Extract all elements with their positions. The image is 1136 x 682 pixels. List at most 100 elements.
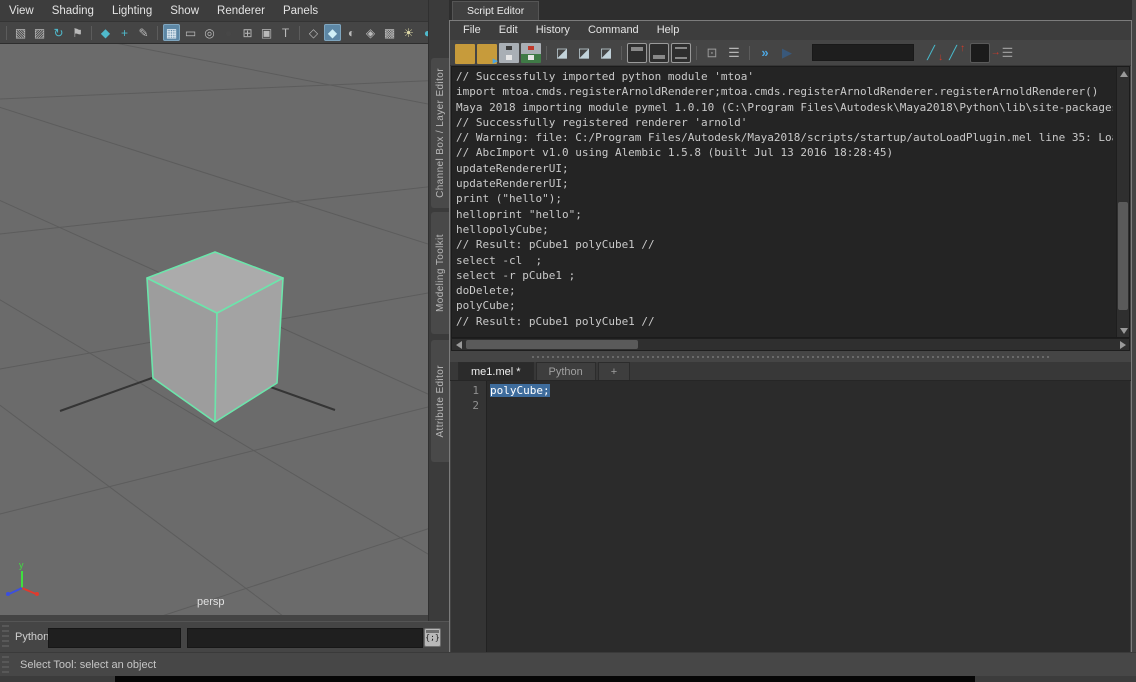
bookmark-icon[interactable]: ⚑ xyxy=(69,24,86,41)
history-line: // AbcImport v1.0 using Alembic 1.5.8 (b… xyxy=(456,145,1113,160)
save-to-shelf-icon[interactable] xyxy=(521,43,541,63)
vertical-scroll-thumb[interactable] xyxy=(1118,202,1128,310)
script-editor-menu-file[interactable]: File xyxy=(454,21,490,40)
echo-all-commands-icon[interactable]: ⊡ xyxy=(702,43,722,63)
viewport-menu-show[interactable]: Show xyxy=(161,0,208,22)
save-script-icon[interactable] xyxy=(499,43,519,63)
wireframe-on-shaded-icon[interactable]: ▩ xyxy=(381,24,398,41)
history-line: doDelete; xyxy=(456,283,1113,298)
history-line: // Warning: file: C:/Program Files/Autod… xyxy=(456,130,1113,145)
image-plane-icon[interactable]: ▣ xyxy=(258,24,275,41)
show-both-panes-icon[interactable] xyxy=(671,43,691,63)
history-line: hellopolyCube; xyxy=(456,222,1113,237)
code-line[interactable]: polyCube; xyxy=(490,383,1130,398)
show-history-pane-icon[interactable] xyxy=(627,43,647,63)
horizontal-scroll-thumb[interactable] xyxy=(466,340,638,349)
line-number: 2 xyxy=(451,398,486,413)
line-numbers-icon[interactable]: ☰ xyxy=(724,43,744,63)
viewport-menu-shading[interactable]: Shading xyxy=(43,0,103,22)
clear-input-icon[interactable]: ◪ xyxy=(574,43,594,63)
execute-all-icon[interactable]: » xyxy=(755,43,775,63)
shaded-mode-icon[interactable]: ◆ xyxy=(324,24,341,41)
camera-lock-icon[interactable]: ▨ xyxy=(31,24,48,41)
clear-all-icon[interactable]: ◪ xyxy=(596,43,616,63)
script-editor-menu-history[interactable]: History xyxy=(527,21,579,40)
history-horizontal-scrollbar[interactable] xyxy=(451,338,1130,351)
script-editor-menus: FileEditHistoryCommandHelp xyxy=(454,21,688,40)
toolbar-separator xyxy=(6,26,7,40)
scroll-left-icon[interactable] xyxy=(452,339,465,350)
pencil-tool-icon[interactable]: ✎ xyxy=(135,24,152,41)
dock-tab-label: Attribute Editor xyxy=(435,365,446,438)
field-chart-icon[interactable]: ⊞ xyxy=(239,24,256,41)
script-tab-python[interactable]: Python xyxy=(536,362,596,380)
toolbar-separator xyxy=(299,26,300,40)
selected-code-text: polyCube; xyxy=(490,384,550,397)
history-line: polyCube; xyxy=(456,298,1113,313)
open-script-icon[interactable] xyxy=(455,44,475,64)
lighting-icon[interactable]: ☀ xyxy=(400,24,417,41)
toolbar-separator xyxy=(749,46,750,60)
movie-camera-icon[interactable]: ▧ xyxy=(12,24,29,41)
select-tool-icon[interactable]: ◆ xyxy=(97,24,114,41)
viewport-menu-renderer[interactable]: Renderer xyxy=(208,0,274,22)
scroll-right-icon[interactable] xyxy=(1116,339,1129,350)
script-editor-menu-help[interactable]: Help xyxy=(648,21,689,40)
load-script-icon[interactable] xyxy=(477,44,497,64)
color-swatch[interactable] xyxy=(970,43,990,63)
script-editor-toolbar-icons: ◪◪◪⊡☰»▶╱╱☰ xyxy=(454,41,1013,64)
dock-tab-channel-box-layer-editor[interactable]: Channel Box / Layer Editor xyxy=(431,58,449,208)
history-line: // Result: pCube1 polyCube1 // xyxy=(456,314,1113,329)
dock-tab-attribute-editor[interactable]: Attribute Editor xyxy=(431,340,449,462)
gate-mask-icon[interactable]: ● xyxy=(220,24,237,41)
film-gate-icon[interactable]: ▭ xyxy=(182,24,199,41)
command-result-field[interactable] xyxy=(187,628,423,648)
material-sphere-icon[interactable]: ◐ xyxy=(343,24,360,41)
wireframe-mode-icon[interactable]: ◇ xyxy=(305,24,322,41)
command-input-field[interactable] xyxy=(48,628,181,648)
history-vertical-scrollbar[interactable] xyxy=(1116,67,1129,337)
script-tab-[interactable]: + xyxy=(598,362,630,380)
history-line: // Successfully imported python module '… xyxy=(456,69,1113,84)
history-line: updateRendererUI; xyxy=(456,176,1113,191)
command-line-language-label[interactable]: Python xyxy=(15,631,49,643)
scroll-down-icon[interactable] xyxy=(1117,324,1130,337)
script-editor-launch-icon[interactable]: {;} xyxy=(424,628,441,647)
code-editor-area[interactable]: polyCube; xyxy=(488,381,1130,671)
viewport-menu-panels[interactable]: Panels xyxy=(274,0,327,22)
code-line[interactable] xyxy=(490,398,1130,413)
script-file-tabs: me1.mel *Python+ xyxy=(450,362,1131,381)
command-line-grip xyxy=(2,625,9,649)
goto-line-icon[interactable]: ☰ xyxy=(992,43,1012,63)
script-editor-menu-edit[interactable]: Edit xyxy=(490,21,527,40)
script-input-pane[interactable]: 12 polyCube; xyxy=(451,381,1130,671)
script-editor-menu-command[interactable]: Command xyxy=(579,21,648,40)
search-input[interactable] xyxy=(812,44,914,61)
toolbar-separator xyxy=(91,26,92,40)
maya-application-window: ViewShadingLightingShowRendererPanels ▧▨… xyxy=(0,0,1136,682)
toolbar-separator xyxy=(157,26,158,40)
scroll-up-icon[interactable] xyxy=(1117,67,1130,80)
camera-rotate-icon[interactable]: ↻ xyxy=(50,24,67,41)
pan-zoom-tool-icon[interactable]: + xyxy=(116,24,133,41)
show-input-pane-icon[interactable] xyxy=(649,43,669,63)
viewport-menu-lighting[interactable]: Lighting xyxy=(103,0,161,22)
title-safe-icon[interactable]: T xyxy=(277,24,294,41)
script-tab-me1-mel[interactable]: me1.mel * xyxy=(458,362,534,380)
dock-tab-modeling-toolkit[interactable]: Modeling Toolkit xyxy=(431,212,449,334)
script-history-pane[interactable]: // Successfully imported python module '… xyxy=(451,66,1130,338)
grid-toggle-icon[interactable]: ▦ xyxy=(163,24,180,41)
textured-mode-icon[interactable]: ◈ xyxy=(362,24,379,41)
script-editor-titlebar: Script Editor xyxy=(449,0,1132,20)
clear-history-icon[interactable]: ◪ xyxy=(552,43,572,63)
viewport-scene[interactable]: y xyxy=(0,44,428,615)
resolution-gate-icon[interactable]: ◎ xyxy=(201,24,218,41)
viewport-3d-canvas[interactable]: y persp xyxy=(0,44,428,615)
search-up-icon[interactable]: ╱ xyxy=(943,43,963,63)
viewport-menu-view[interactable]: View xyxy=(0,0,43,22)
pane-splitter[interactable] xyxy=(450,351,1131,362)
execute-icon[interactable]: ▶ xyxy=(777,43,797,63)
script-editor-title-tab[interactable]: Script Editor xyxy=(452,1,539,20)
axis-y-label: y xyxy=(19,560,24,570)
search-down-icon[interactable]: ╱ xyxy=(921,43,941,63)
